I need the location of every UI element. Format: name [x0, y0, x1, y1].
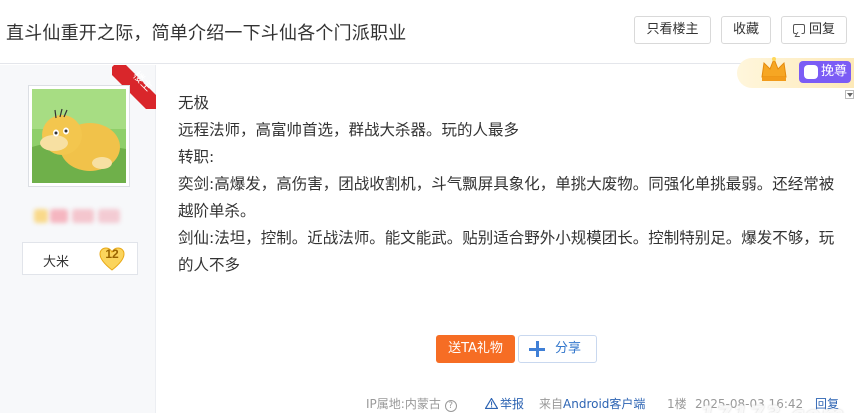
level-number: 12 [105, 247, 119, 261]
share-label: 分享 [555, 341, 582, 356]
reply-button-label: 回复 [808, 22, 835, 37]
comment-icon [792, 24, 805, 34]
avatar-image [32, 89, 126, 183]
post-menu-toggle[interactable] [845, 90, 854, 99]
honor-badge: 挽尊 [799, 61, 851, 83]
thread-title: 直斗仙重开之际，简单介绍一下斗仙各个门派职业 [6, 23, 407, 44]
report-link[interactable]: 举报 [485, 396, 524, 413]
honor-badge-label: 挽尊 [821, 64, 848, 79]
share-button[interactable]: 分享 [518, 335, 597, 363]
crown-badge-bar[interactable]: 挽尊 [737, 52, 854, 92]
reply-button[interactable]: 回复 [781, 16, 847, 44]
post-line: 奕剑:高爆发，高伤害，团战收割机，斗气飘屏具象化，单挑大废物。同强化单挑最弱。还… [178, 175, 835, 220]
post-line: 无极 [178, 94, 210, 112]
warning-icon [485, 398, 498, 409]
plus-icon [529, 341, 545, 357]
watermark-text: 17173.com [700, 403, 845, 413]
post-line: 剑仙:法坦，控制。近战法师。能文能武。贴别适合野外小规模团长。控制特别足。爆发不… [178, 229, 835, 274]
send-gift-button[interactable]: 送TA礼物 [436, 335, 515, 363]
report-label: 举报 [500, 397, 525, 411]
user-level-box[interactable]: 大米 12 [22, 242, 138, 275]
floor-number: 1楼 [667, 397, 687, 411]
site-watermark: 17173.com [700, 378, 850, 413]
ip-location: IP属地:内蒙古 ? [366, 396, 457, 413]
username-blurred[interactable] [30, 209, 122, 223]
thread-header: 直斗仙重开之际，简单介绍一下斗仙各个门派职业 只看楼主 收藏 回复 [0, 0, 854, 64]
source-client-link[interactable]: Android客户端 [563, 397, 645, 411]
avatar[interactable] [28, 85, 130, 187]
only-op-button[interactable]: 只看楼主 [634, 16, 711, 44]
post-line: 转职: [178, 148, 215, 166]
paw-icon [804, 65, 818, 79]
post-content: 无极 远程法师，高富帅首选，群战大杀器。玩的人最多 转职: 奕剑:高爆发，高伤害… [178, 90, 838, 279]
post-line: 远程法师，高富帅首选，群战大杀器。玩的人最多 [178, 121, 520, 139]
favorite-button[interactable]: 收藏 [721, 16, 771, 44]
source-prefix: 来自 [539, 397, 564, 411]
watermark-logo-icon [700, 378, 722, 400]
post-source: 来自Android客户端 [539, 396, 645, 413]
level-name: 大米 [43, 255, 70, 270]
crown-icon [761, 57, 787, 81]
ip-label: IP属地:内蒙古 [366, 397, 441, 411]
question-icon[interactable]: ? [444, 400, 457, 412]
